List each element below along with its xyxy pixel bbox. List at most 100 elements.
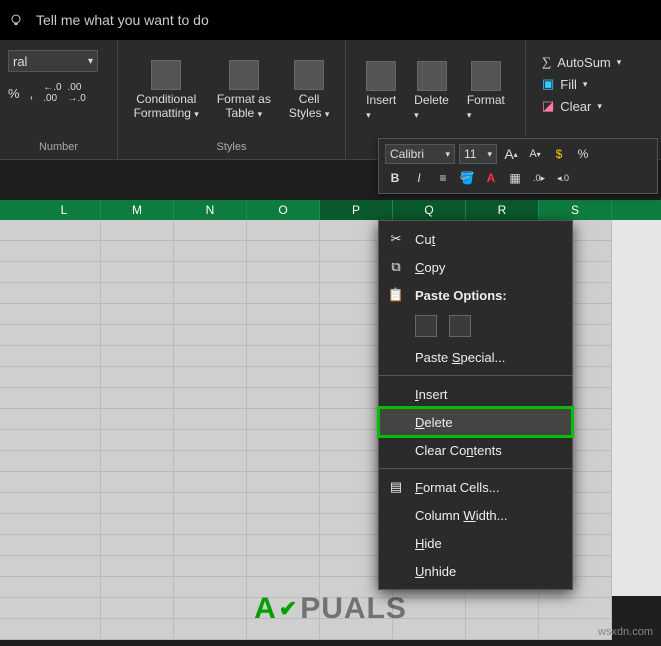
cell[interactable] (101, 514, 174, 535)
font-color-button[interactable]: A (481, 168, 501, 188)
borders-button[interactable]: ▦ (505, 168, 525, 188)
column-header-Q[interactable]: Q (393, 200, 466, 220)
cell[interactable] (101, 220, 174, 241)
percent-button[interactable]: % (8, 86, 20, 101)
decrease-decimal-button[interactable]: .00→.0 (68, 82, 86, 104)
cell[interactable] (28, 577, 101, 598)
cell[interactable] (28, 472, 101, 493)
cell[interactable] (247, 388, 320, 409)
cell[interactable] (28, 535, 101, 556)
percent-mini-button[interactable]: % (573, 144, 593, 164)
ctx-cut[interactable]: ✂ Cut (379, 225, 572, 253)
cell-styles-button[interactable]: Cell Styles ▾ (285, 58, 334, 123)
ctx-insert[interactable]: Insert (379, 380, 572, 408)
cell[interactable] (174, 220, 247, 241)
cell[interactable] (28, 493, 101, 514)
cell[interactable] (174, 577, 247, 598)
cell[interactable] (174, 346, 247, 367)
cell[interactable] (101, 430, 174, 451)
number-format-combo[interactable]: ral ▾ (8, 50, 98, 72)
delete-cells-button[interactable]: Delete▾ (410, 59, 453, 123)
cell[interactable] (174, 304, 247, 325)
cell[interactable] (247, 241, 320, 262)
column-header-P[interactable]: P (320, 200, 393, 220)
cell[interactable] (174, 283, 247, 304)
cell[interactable] (28, 346, 101, 367)
cell[interactable] (101, 535, 174, 556)
italic-button[interactable]: I (409, 168, 429, 188)
cell[interactable] (247, 472, 320, 493)
cell[interactable] (247, 409, 320, 430)
fill-color-button[interactable]: 🪣 (457, 168, 477, 188)
cell[interactable] (247, 493, 320, 514)
tell-me-bar[interactable]: Tell me what you want to do (0, 0, 661, 40)
cell[interactable] (101, 262, 174, 283)
column-header-L[interactable]: L (28, 200, 101, 220)
ctx-delete[interactable]: Delete (379, 408, 572, 436)
cell[interactable] (247, 346, 320, 367)
cell[interactable] (174, 556, 247, 577)
cell[interactable] (28, 220, 101, 241)
cell[interactable] (174, 535, 247, 556)
cell[interactable] (101, 304, 174, 325)
ctx-hide[interactable]: Hide (379, 529, 572, 557)
cell[interactable] (174, 262, 247, 283)
column-header-O[interactable]: O (247, 200, 320, 220)
cell[interactable] (28, 283, 101, 304)
align-center-button[interactable]: ≡ (433, 168, 453, 188)
cell[interactable] (174, 409, 247, 430)
cell[interactable] (247, 262, 320, 283)
ctx-clear-contents[interactable]: Clear Contents (379, 436, 572, 464)
cell[interactable] (101, 346, 174, 367)
cell[interactable] (247, 325, 320, 346)
cell[interactable] (174, 430, 247, 451)
paste-option-values[interactable] (449, 315, 471, 337)
decrease-font-button[interactable]: A▾ (525, 144, 545, 164)
cell[interactable] (174, 493, 247, 514)
fill-button[interactable]: ▣ Fill ▾ (542, 76, 621, 92)
cell[interactable] (28, 367, 101, 388)
increase-decimal-mini[interactable]: .0▸ (529, 168, 549, 188)
cell[interactable] (539, 598, 612, 619)
cell[interactable] (101, 451, 174, 472)
cell[interactable] (247, 514, 320, 535)
conditional-formatting-button[interactable]: Conditional Formatting ▾ (130, 58, 203, 123)
cell[interactable] (101, 577, 174, 598)
cell[interactable] (174, 451, 247, 472)
accounting-format-button[interactable]: $ (549, 144, 569, 164)
cell[interactable] (101, 388, 174, 409)
cell[interactable] (174, 388, 247, 409)
cell[interactable] (466, 619, 539, 640)
ctx-column-width[interactable]: Column Width... (379, 501, 572, 529)
format-cells-button[interactable]: Format▾ (463, 59, 509, 123)
cell[interactable] (174, 598, 247, 619)
cell[interactable] (247, 451, 320, 472)
cell[interactable] (174, 241, 247, 262)
cell[interactable] (28, 262, 101, 283)
cell[interactable] (101, 619, 174, 640)
cell[interactable] (28, 514, 101, 535)
decrease-decimal-mini[interactable]: ◂.0 (553, 168, 573, 188)
cell[interactable] (247, 430, 320, 451)
cell[interactable] (174, 514, 247, 535)
cell[interactable] (174, 619, 247, 640)
increase-decimal-button[interactable]: ←.0.00 (43, 82, 61, 104)
column-header-N[interactable]: N (174, 200, 247, 220)
ctx-format-cells[interactable]: ▤ Format Cells... (379, 473, 572, 501)
cell[interactable] (28, 619, 101, 640)
ctx-unhide[interactable]: Unhide (379, 557, 572, 585)
autosum-button[interactable]: ∑ AutoSum ▾ (542, 54, 621, 70)
cell[interactable] (101, 598, 174, 619)
cell[interactable] (101, 367, 174, 388)
cell[interactable] (247, 220, 320, 241)
paste-option-default[interactable] (415, 315, 437, 337)
bold-button[interactable]: B (385, 168, 405, 188)
cell[interactable] (101, 283, 174, 304)
insert-cells-button[interactable]: Insert▾ (362, 59, 400, 123)
cell[interactable] (28, 325, 101, 346)
mini-font-combo[interactable]: Calibri▾ (385, 144, 455, 164)
cell[interactable] (247, 556, 320, 577)
column-headers[interactable]: LMNOPQRS (0, 200, 661, 220)
cell[interactable] (101, 325, 174, 346)
cell[interactable] (28, 451, 101, 472)
